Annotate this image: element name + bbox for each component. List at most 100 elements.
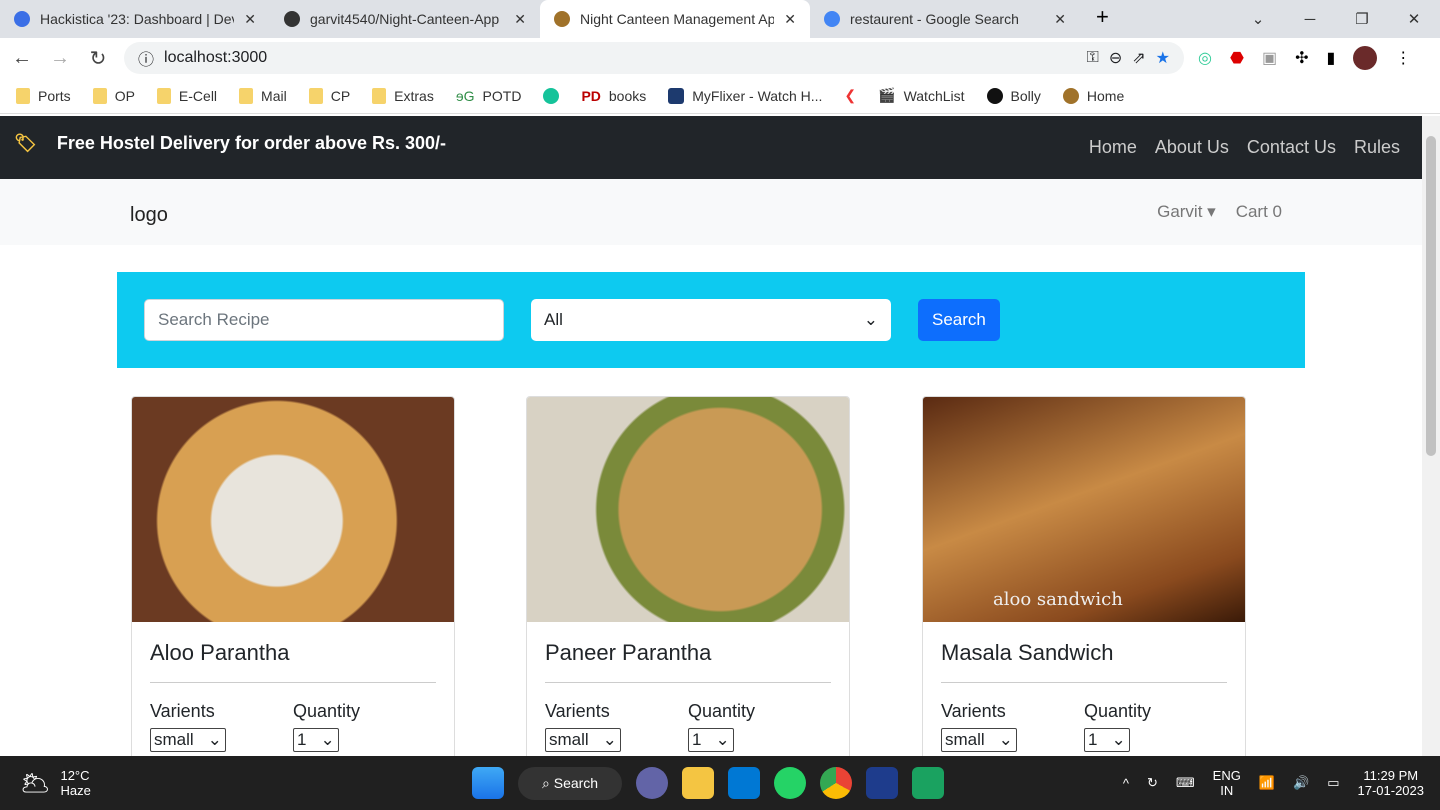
bookmark-myflixer[interactable]: MyFlixer - Watch H... bbox=[668, 87, 822, 104]
search-button[interactable]: Search bbox=[918, 299, 1000, 341]
nav-rules[interactable]: Rules bbox=[1354, 137, 1400, 158]
recipe-card: aloo sandwich Masala Sandwich Varients sm… bbox=[922, 396, 1246, 756]
volume-icon[interactable]: 🔊 bbox=[1293, 775, 1309, 791]
url-text: localhost:3000 bbox=[164, 49, 268, 66]
web-page: 🏷 Free Hostel Delivery for order above Rs… bbox=[0, 116, 1422, 756]
bookmark-op[interactable]: OP bbox=[92, 87, 135, 104]
logo-broken-image[interactable]: logo bbox=[130, 204, 1157, 227]
app-icon[interactable] bbox=[912, 767, 945, 799]
bookmark-ecell[interactable]: E-Cell bbox=[156, 87, 217, 104]
tab-night-canteen[interactable]: Night Canteen Management App ✕ bbox=[540, 0, 810, 38]
taskbar-search[interactable]: ⌕ Search bbox=[518, 766, 623, 800]
language-indicator[interactable]: ENG IN bbox=[1213, 768, 1241, 798]
teams-icon[interactable] bbox=[636, 767, 669, 799]
tab-google[interactable]: restaurent - Google Search ✕ bbox=[810, 0, 1080, 38]
tray-chevron-icon[interactable]: ^ bbox=[1123, 776, 1129, 791]
forward-icon[interactable]: → bbox=[48, 47, 72, 70]
page-scrollbar[interactable] bbox=[1422, 116, 1440, 756]
play-icon bbox=[986, 87, 1003, 104]
tab-title: Hackistica '23: Dashboard | Devfo bbox=[40, 11, 235, 27]
variant-select[interactable]: small ⌄ bbox=[941, 728, 1017, 752]
extension-icon[interactable]: ▣ bbox=[1262, 48, 1277, 68]
tab-github[interactable]: garvit4540/Night-Canteen-App ✕ bbox=[270, 0, 540, 38]
chrome-icon[interactable] bbox=[820, 767, 853, 799]
clapper-icon: 🎬 bbox=[878, 87, 896, 103]
bookmark-potd[interactable]: ɘG POTD bbox=[456, 88, 522, 104]
cart-link[interactable]: Cart 0 bbox=[1236, 202, 1282, 222]
url-bar[interactable]: ⓘ localhost:3000 ⚿ ⊖ ⇗ ★ bbox=[124, 42, 1184, 74]
wifi-icon[interactable]: 📶 bbox=[1259, 775, 1275, 791]
puzzle-icon[interactable]: ✣ bbox=[1295, 48, 1308, 68]
tab-title: garvit4540/Night-Canteen-App bbox=[310, 11, 500, 27]
windows-taskbar: 🌥 12°C Haze ⌕ Search ^ ↻ ⌨ ENG IN 📶 🔊 ▭ 11:… bbox=[0, 756, 1440, 810]
whatsapp-icon[interactable] bbox=[774, 767, 807, 799]
start-icon[interactable] bbox=[472, 767, 504, 799]
battery-icon[interactable]: ▭ bbox=[1327, 775, 1339, 791]
bookmark-ports[interactable]: Ports bbox=[16, 87, 71, 104]
restore-button[interactable]: ❐ bbox=[1336, 10, 1388, 28]
bookmark-cp[interactable]: CP bbox=[308, 87, 350, 104]
close-tab-icon[interactable]: ✕ bbox=[244, 11, 256, 28]
file-explorer-icon[interactable] bbox=[682, 767, 715, 799]
weather-icon: 🌥 bbox=[20, 769, 51, 797]
bookmark-books[interactable]: PD books bbox=[581, 88, 646, 104]
variants-label: Varients bbox=[150, 701, 215, 721]
variant-select[interactable]: small ⌄ bbox=[150, 728, 226, 752]
tab-search-icon[interactable]: ⌄ bbox=[1232, 10, 1284, 28]
category-select[interactable]: All ⌄ bbox=[531, 299, 891, 341]
key-icon[interactable]: ⚿ bbox=[1087, 49, 1099, 67]
cookie-icon bbox=[1062, 87, 1079, 104]
food-image: aloo sandwich bbox=[923, 397, 1245, 622]
bookmark-mail[interactable]: Mail bbox=[239, 87, 287, 104]
promo-bar: 🏷 Free Hostel Delivery for order above Rs… bbox=[0, 116, 1422, 179]
nav-contact[interactable]: Contact Us bbox=[1247, 137, 1336, 158]
quantity-select[interactable]: 1 ⌄ bbox=[1084, 728, 1130, 752]
bookmark-watchlist[interactable]: 🎬 WatchList bbox=[878, 87, 964, 104]
vscode-icon[interactable] bbox=[728, 767, 761, 799]
close-tab-icon[interactable]: ✕ bbox=[514, 11, 526, 28]
variants-label: Varients bbox=[941, 701, 1006, 721]
quantity-select[interactable]: 1 ⌄ bbox=[293, 728, 339, 752]
recipe-title: Masala Sandwich bbox=[941, 640, 1227, 683]
grammarly-icon[interactable] bbox=[543, 87, 560, 104]
reload-icon[interactable]: ↻ bbox=[86, 46, 110, 71]
nav-home[interactable]: Home bbox=[1089, 137, 1137, 158]
search-input[interactable]: Search Recipe bbox=[144, 299, 504, 341]
devfolio-icon bbox=[14, 11, 30, 27]
close-window-button[interactable]: ✕ bbox=[1388, 10, 1440, 28]
clock[interactable]: 11:29 PM 17-01-2023 bbox=[1358, 768, 1425, 798]
bookmark-red[interactable]: ❮ bbox=[844, 87, 856, 104]
zoom-icon[interactable]: ⊖ bbox=[1109, 48, 1122, 68]
adblock-icon[interactable]: ⬣ bbox=[1230, 48, 1244, 68]
sync-icon[interactable]: ↻ bbox=[1147, 775, 1158, 791]
new-tab-button[interactable]: + bbox=[1080, 4, 1109, 38]
variant-select[interactable]: small ⌄ bbox=[545, 728, 621, 752]
weather-widget[interactable]: 🌥 12°C Haze bbox=[20, 768, 91, 798]
user-dropdown[interactable]: Garvit ▾ bbox=[1157, 202, 1216, 222]
close-tab-icon[interactable]: ✕ bbox=[784, 11, 796, 28]
bookmark-star-icon[interactable]: ★ bbox=[1156, 48, 1170, 68]
quantity-label: Quantity bbox=[688, 701, 756, 721]
scrollbar-thumb[interactable] bbox=[1426, 136, 1436, 456]
nav-about[interactable]: About Us bbox=[1155, 137, 1229, 158]
keyboard-icon[interactable]: ⌨ bbox=[1176, 775, 1195, 791]
gfg-icon: ɘG bbox=[455, 87, 475, 104]
back-icon[interactable]: ← bbox=[10, 47, 34, 70]
dev-icon[interactable] bbox=[866, 767, 899, 799]
share-icon[interactable]: ⇗ bbox=[1132, 48, 1145, 68]
pdf-icon: PD bbox=[581, 87, 601, 104]
extension-icon[interactable]: ◎ bbox=[1198, 48, 1212, 68]
recipe-card: Paneer Parantha Varients small ⌄ Quantity 1 ⌄ bbox=[526, 396, 850, 756]
menu-icon[interactable]: ⋮ bbox=[1395, 48, 1411, 68]
bookmark-home[interactable]: Home bbox=[1062, 87, 1124, 104]
close-tab-icon[interactable]: ✕ bbox=[1054, 11, 1066, 28]
side-panel-icon[interactable]: ▮ bbox=[1326, 48, 1335, 68]
food-image bbox=[527, 397, 849, 622]
folder-icon bbox=[156, 87, 171, 104]
tab-hackistica[interactable]: Hackistica '23: Dashboard | Devfo ✕ bbox=[0, 0, 270, 38]
quantity-select[interactable]: 1 ⌄ bbox=[688, 728, 734, 752]
bookmark-bolly[interactable]: Bolly bbox=[986, 87, 1041, 104]
bookmark-extras[interactable]: Extras bbox=[372, 87, 434, 104]
minimize-button[interactable]: ─ bbox=[1284, 11, 1336, 28]
profile-avatar[interactable] bbox=[1353, 46, 1378, 70]
